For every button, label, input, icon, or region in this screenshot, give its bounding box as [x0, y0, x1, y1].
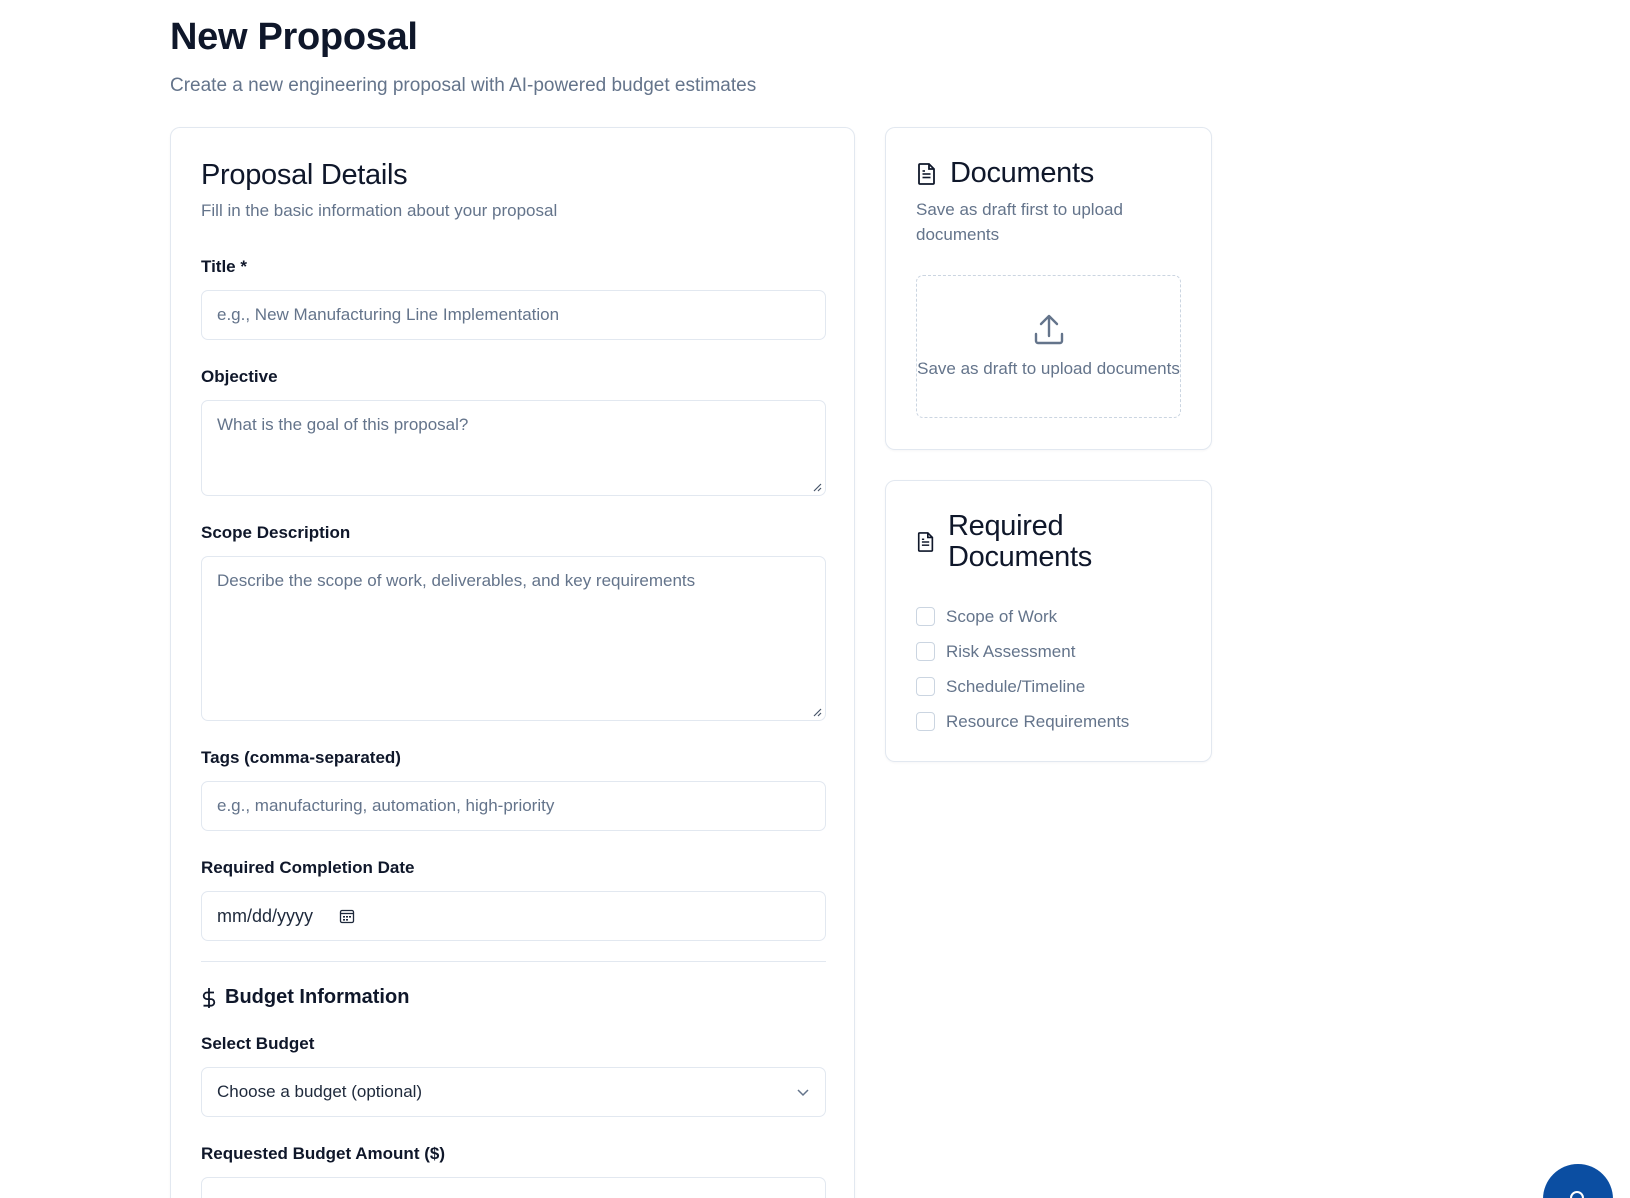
documents-header: Documents [916, 158, 1181, 189]
resize-handle-icon[interactable] [813, 708, 822, 717]
required-documents-list: Scope of Work Risk Assessment Schedule/T… [916, 599, 1181, 739]
section-divider [201, 961, 826, 962]
title-placeholder: e.g., New Manufacturing Line Implementat… [217, 305, 560, 324]
checkbox[interactable] [916, 712, 935, 731]
document-icon [918, 162, 935, 185]
checklist-item-risk-assessment[interactable]: Risk Assessment [916, 634, 1181, 669]
date-field: Required Completion Date mm/dd/yyyy [201, 857, 826, 941]
tags-field: Tags (comma-separated) e.g., manufacturi… [201, 747, 826, 831]
checkbox[interactable] [916, 642, 935, 661]
completion-date-input[interactable]: mm/dd/yyyy [201, 891, 826, 941]
objective-placeholder: What is the goal of this proposal? [217, 415, 469, 434]
checklist-label: Scope of Work [946, 606, 1058, 626]
dollar-icon [202, 987, 216, 1008]
checklist-label: Risk Assessment [946, 641, 1076, 661]
title-input[interactable]: e.g., New Manufacturing Line Implementat… [201, 290, 826, 340]
checklist-item-resource-requirements[interactable]: Resource Requirements [916, 704, 1181, 739]
tags-input[interactable]: e.g., manufacturing, automation, high-pr… [201, 781, 826, 831]
page-header: New Proposal Create a new engineering pr… [170, 0, 1210, 98]
document-icon [917, 532, 934, 552]
checklist-label: Resource Requirements [946, 711, 1130, 731]
search-icon [1570, 1191, 1584, 1198]
tags-placeholder: e.g., manufacturing, automation, high-pr… [217, 796, 555, 815]
documents-description: Save as draft first to upload documents [916, 200, 1123, 244]
documents-card: Documents Save as draft first to upload … [885, 127, 1212, 450]
floating-search-button[interactable] [1543, 1164, 1613, 1198]
tags-label: Tags (comma-separated) [201, 748, 401, 767]
budget-section-header: Budget Information [201, 986, 824, 1009]
proposal-details-description: Fill in the basic information about your… [201, 201, 558, 220]
checklist-item-schedule-timeline[interactable]: Schedule/Timeline [916, 669, 1181, 704]
calendar-icon[interactable] [339, 908, 355, 924]
checklist-label: Schedule/Timeline [946, 676, 1086, 696]
objective-label: Objective [201, 367, 278, 386]
budget-select-field: Select Budget Choose a budget (optional) [201, 1033, 826, 1117]
upload-dropzone[interactable]: Save as draft to upload documents [916, 275, 1181, 418]
checkbox[interactable] [916, 607, 935, 626]
budget-amount-label: Requested Budget Amount ($) [201, 1144, 445, 1163]
chevron-down-icon [797, 1089, 809, 1097]
documents-title: Documents [950, 157, 1094, 189]
required-documents-card: Required Documents Scope of Work Risk As… [885, 480, 1212, 762]
upload-icon [1034, 314, 1063, 345]
page-title: New Proposal [170, 16, 418, 58]
budget-select[interactable]: Choose a budget (optional) [201, 1067, 826, 1117]
objective-field: Objective What is the goal of this propo… [201, 366, 826, 496]
upload-text: Save as draft to upload documents [917, 359, 1180, 378]
page-subtitle: Create a new engineering proposal with A… [170, 75, 757, 96]
budget-select-value: Choose a budget (optional) [217, 1082, 423, 1101]
scope-textarea[interactable]: Describe the scope of work, deliverables… [201, 556, 826, 721]
budget-section-title: Budget Information [225, 986, 410, 1008]
checkbox[interactable] [916, 677, 935, 696]
title-field: Title * e.g., New Manufacturing Line Imp… [201, 256, 826, 340]
budget-amount-input[interactable] [201, 1177, 826, 1198]
title-label: Title * [201, 257, 247, 276]
scope-label: Scope Description [201, 523, 351, 542]
checklist-item-scope-of-work[interactable]: Scope of Work [916, 599, 1181, 634]
objective-textarea[interactable]: What is the goal of this proposal? [201, 400, 826, 496]
scope-placeholder: Describe the scope of work, deliverables… [217, 571, 696, 590]
required-documents-title: Required Documents [948, 510, 1092, 573]
date-value: mm/dd/yyyy [217, 905, 314, 926]
proposal-details-card: Proposal Details Fill in the basic infor… [170, 127, 855, 1198]
date-label: Required Completion Date [201, 858, 415, 877]
budget-amount-field: Requested Budget Amount ($) [201, 1143, 826, 1198]
resize-handle-icon[interactable] [813, 483, 822, 492]
budget-select-label: Select Budget [201, 1034, 315, 1053]
scope-field: Scope Description Describe the scope of … [201, 522, 826, 721]
required-documents-header: Required Documents [916, 511, 1181, 573]
proposal-details-title: Proposal Details [201, 159, 408, 191]
